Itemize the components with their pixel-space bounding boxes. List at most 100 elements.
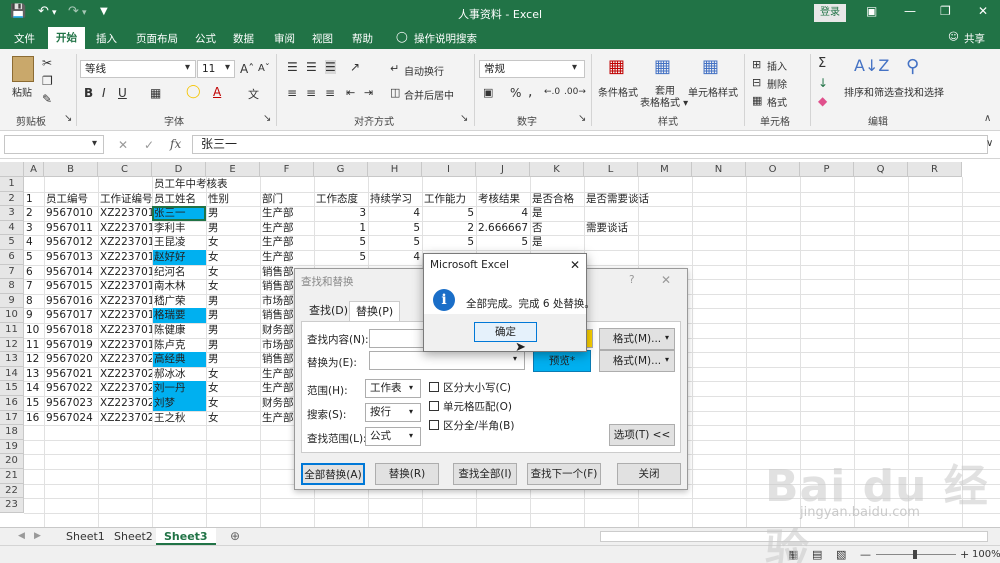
cell-c5[interactable]: XZ223701 bbox=[98, 235, 152, 250]
row-header-4[interactable]: 4 bbox=[0, 220, 24, 236]
cell-f6[interactable]: 生产部 bbox=[260, 250, 314, 265]
conditional-format-button[interactable]: 条件格式 bbox=[598, 84, 638, 99]
find-format-button[interactable]: 格式(M)... bbox=[599, 328, 675, 350]
cell-a13[interactable]: 12 bbox=[24, 352, 44, 367]
share-button[interactable]: 共享 bbox=[964, 31, 985, 46]
cell-b14[interactable]: 9567021 bbox=[44, 367, 98, 382]
cell-e3[interactable]: 男 bbox=[206, 206, 260, 221]
cell-b7[interactable]: 9567014 bbox=[44, 265, 98, 280]
decrease-decimal-icon[interactable]: .00→ bbox=[564, 87, 586, 97]
cell-d8[interactable]: 南木林 bbox=[152, 279, 206, 294]
cell-g6[interactable]: 5 bbox=[314, 250, 368, 265]
orientation-icon[interactable]: ↗ bbox=[350, 60, 360, 74]
cell-j3[interactable]: 4 bbox=[476, 206, 530, 221]
chevron-down-icon[interactable]: ▾ bbox=[409, 431, 413, 440]
row-header-23[interactable]: 23 bbox=[0, 498, 24, 513]
fill-color-icon[interactable]: ◯ bbox=[186, 84, 201, 99]
row-header-10[interactable]: 10 bbox=[0, 308, 24, 323]
tab-page-layout[interactable]: 页面布局 bbox=[136, 31, 178, 46]
cell-g3[interactable]: 3 bbox=[314, 206, 368, 221]
column-header-l[interactable]: L bbox=[584, 162, 638, 177]
cell-a14[interactable]: 13 bbox=[24, 367, 44, 382]
cell-d6[interactable]: 赵好好 bbox=[152, 250, 206, 265]
sheet-tab-sheet2[interactable]: Sheet2 bbox=[106, 528, 161, 545]
fill-icon[interactable]: ↓ bbox=[818, 76, 828, 90]
row-header-2[interactable]: 2 bbox=[0, 191, 24, 207]
decrease-indent-icon[interactable]: ⇤ bbox=[346, 86, 355, 99]
cell-f4[interactable]: 生产部 bbox=[260, 221, 314, 236]
cell-c2[interactable]: 工作证编号 bbox=[98, 192, 152, 207]
cell-j5[interactable]: 5 bbox=[476, 235, 530, 250]
tab-help[interactable]: 帮助 bbox=[352, 31, 373, 46]
cell-a9[interactable]: 8 bbox=[24, 294, 44, 309]
cell-a4[interactable]: 3 bbox=[24, 221, 44, 236]
cell-c8[interactable]: XZ223701 bbox=[98, 279, 152, 294]
cell-f5[interactable]: 生产部 bbox=[260, 235, 314, 250]
cell-e6[interactable]: 女 bbox=[206, 250, 260, 265]
select-all-corner[interactable] bbox=[0, 162, 24, 177]
chevron-down-icon[interactable]: ▾ bbox=[225, 62, 230, 73]
cell-b3[interactable]: 9567010 bbox=[44, 206, 98, 221]
paste-button[interactable]: 粘贴 bbox=[12, 84, 32, 99]
merge-center-button[interactable]: 合并后居中 bbox=[404, 87, 454, 102]
match-cell-checkbox[interactable] bbox=[429, 401, 439, 411]
column-header-k[interactable]: K bbox=[530, 162, 584, 177]
column-header-f[interactable]: F bbox=[260, 162, 314, 177]
table-format-icon[interactable]: ▦ bbox=[654, 56, 671, 77]
copy-icon[interactable]: ❐ bbox=[42, 74, 53, 88]
column-header-i[interactable]: I bbox=[422, 162, 476, 177]
cell-a2[interactable]: 1 bbox=[24, 192, 44, 207]
cell-b17[interactable]: 9567024 bbox=[44, 411, 98, 426]
column-header-h[interactable]: H bbox=[368, 162, 422, 177]
chevron-down-icon[interactable]: ▾ bbox=[665, 355, 669, 364]
cell-d4[interactable]: 李利丰 bbox=[152, 221, 206, 236]
cell-b11[interactable]: 9567018 bbox=[44, 323, 98, 338]
sheet-tab-sheet3[interactable]: Sheet3 bbox=[156, 528, 216, 545]
align-top-icon[interactable]: ☰ bbox=[287, 60, 298, 74]
help-icon[interactable]: ? bbox=[629, 274, 635, 286]
column-header-e[interactable]: E bbox=[206, 162, 260, 177]
cell-h6[interactable]: 4 bbox=[368, 250, 422, 265]
tab-file[interactable]: 文件 bbox=[14, 31, 35, 46]
cell-e4[interactable]: 男 bbox=[206, 221, 260, 236]
accounting-icon[interactable]: ▣ bbox=[483, 86, 493, 99]
collapse-ribbon-icon[interactable]: ∧ bbox=[984, 113, 991, 124]
tab-formulas[interactable]: 公式 bbox=[195, 31, 216, 46]
chevron-down-icon[interactable]: ▾ bbox=[92, 138, 97, 149]
column-header-n[interactable]: N bbox=[692, 162, 746, 177]
chevron-down-icon[interactable]: ▾ bbox=[572, 62, 577, 73]
align-left-icon[interactable]: ≡ bbox=[287, 86, 297, 100]
cell-c3[interactable]: XZ223701 bbox=[98, 206, 152, 221]
row-header-5[interactable]: 5 bbox=[0, 235, 24, 250]
cell-i5[interactable]: 5 bbox=[422, 235, 476, 250]
grow-font-icon[interactable]: Aˆ bbox=[240, 62, 254, 76]
increase-indent-icon[interactable]: ⇥ bbox=[364, 86, 373, 99]
bold-icon[interactable]: B bbox=[84, 86, 93, 100]
align-middle-icon[interactable]: ☰ bbox=[306, 60, 317, 74]
row-header-17[interactable]: 17 bbox=[0, 410, 24, 426]
chevron-down-icon[interactable]: ▾ bbox=[185, 62, 190, 73]
cell-k5[interactable]: 是 bbox=[530, 235, 584, 250]
cell-b9[interactable]: 9567016 bbox=[44, 294, 98, 309]
column-header-a[interactable]: A bbox=[24, 162, 44, 177]
column-header-q[interactable]: Q bbox=[854, 162, 908, 177]
cell-a15[interactable]: 14 bbox=[24, 381, 44, 396]
cell-a17[interactable]: 16 bbox=[24, 411, 44, 426]
dialog-close-icon[interactable]: ✕ bbox=[661, 273, 671, 287]
align-right-icon[interactable]: ≡ bbox=[325, 86, 335, 100]
cell-style-icon[interactable]: ▦ bbox=[702, 56, 719, 77]
column-header-j[interactable]: J bbox=[476, 162, 530, 177]
enter-icon[interactable]: ✓ bbox=[144, 138, 154, 152]
cell-b4[interactable]: 9567011 bbox=[44, 221, 98, 236]
column-header-c[interactable]: C bbox=[98, 162, 152, 177]
cell-h2[interactable]: 持续学习 bbox=[368, 192, 422, 207]
find-next-button[interactable]: 查找下一个(F) bbox=[527, 463, 601, 485]
cell-j2[interactable]: 考核结果 bbox=[476, 192, 530, 207]
restore-icon[interactable]: ❐ bbox=[940, 4, 951, 18]
column-header-o[interactable]: O bbox=[746, 162, 800, 177]
row-header-15[interactable]: 15 bbox=[0, 381, 24, 396]
column-header-r[interactable]: R bbox=[908, 162, 962, 177]
cell-j4[interactable]: 2.666667 bbox=[476, 221, 530, 236]
cell-i4[interactable]: 2 bbox=[422, 221, 476, 236]
wrap-text-icon[interactable]: ↵ bbox=[390, 62, 399, 75]
